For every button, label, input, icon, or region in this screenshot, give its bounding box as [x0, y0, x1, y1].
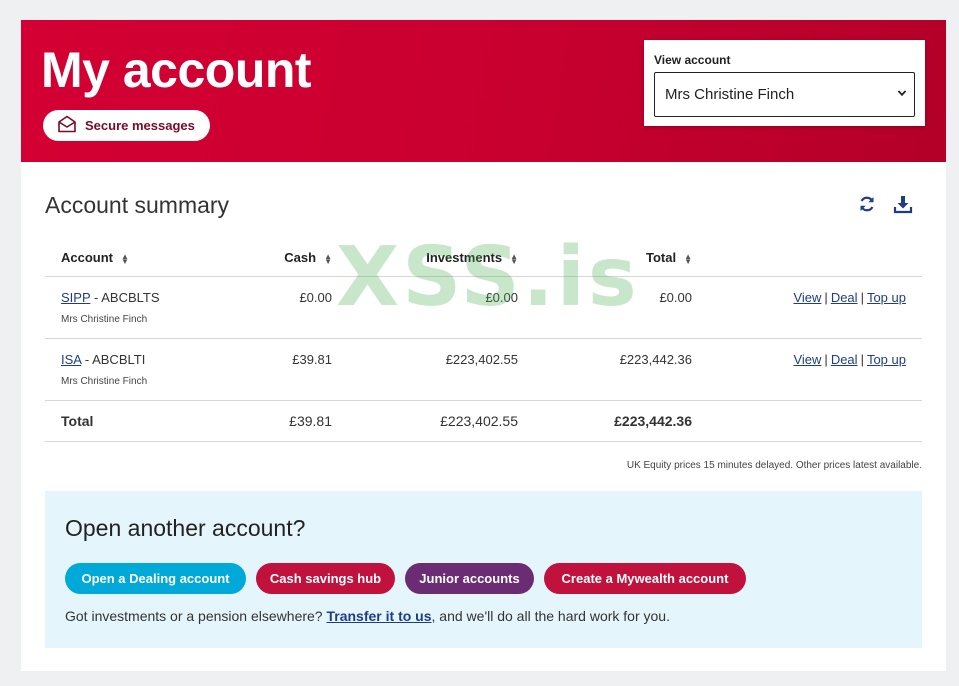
deal-link[interactable]: Deal — [831, 352, 858, 367]
total-cell: £223,442.36 — [518, 338, 692, 401]
view-account-value: Mrs Christine Finch — [665, 86, 795, 103]
separator: | — [824, 289, 828, 305]
transfer-suffix: , and we'll do all the hard work for you… — [431, 608, 670, 624]
transfer-link[interactable]: Transfer it to us — [326, 608, 431, 624]
account-type-link[interactable]: ISA — [61, 352, 81, 367]
download-icon[interactable] — [893, 194, 913, 214]
actions-cell: View | Deal | Top up — [692, 338, 922, 401]
account-holder: Mrs Christine Finch — [61, 375, 148, 387]
column-header-cash[interactable]: Cash ▲ ▼ — [215, 240, 332, 277]
envelope-icon — [57, 115, 77, 136]
investments-cell: £0.00 — [332, 276, 518, 339]
actions-cell: View | Deal | Top up — [692, 276, 922, 339]
account-cell: ISA - ABCBLTI Mrs Christine Finch — [45, 338, 215, 401]
open-dealing-account-button[interactable]: Open a Dealing account — [65, 563, 246, 594]
top-up-link[interactable]: Top up — [867, 352, 906, 367]
sort-icon: ▲ ▼ — [324, 251, 332, 266]
junior-accounts-button[interactable]: Junior accounts — [405, 563, 534, 594]
transfer-text: Got investments or a pension elsewhere? … — [65, 608, 670, 624]
cash-cell: £0.00 — [215, 276, 332, 339]
account-type-link[interactable]: SIPP — [61, 290, 90, 305]
view-link[interactable]: View — [793, 290, 821, 305]
price-disclaimer: UK Equity prices 15 minutes delayed. Oth… — [626, 460, 922, 471]
total-label: Total — [45, 400, 215, 442]
total-actions-cell — [692, 400, 922, 442]
total-investments: £223,402.55 — [332, 400, 518, 442]
page-title: My account — [41, 42, 312, 98]
refresh-icon[interactable] — [857, 194, 877, 214]
open-account-panel: Open another account? Open a Dealing acc… — [45, 491, 922, 648]
table-row: ISA - ABCBLTI Mrs Christine Finch £39.81… — [45, 338, 922, 401]
separator: | — [860, 351, 864, 367]
total-cash: £39.81 — [215, 400, 332, 442]
column-header-total[interactable]: Total ▲ ▼ — [518, 240, 692, 277]
account-summary-title: Account summary — [45, 192, 230, 218]
view-account-select[interactable]: Mrs Christine Finch — [654, 72, 915, 117]
chevron-down-icon — [897, 90, 907, 97]
total-cell: £0.00 — [518, 276, 692, 339]
table-header-row: Account ▲ ▼ Cash ▲ ▼ Investments ▲ ▼ Total ▲ ▼ — [45, 240, 922, 277]
view-account-label: View account — [654, 53, 731, 67]
sort-icon: ▲ ▼ — [684, 251, 692, 266]
grand-total: £223,442.36 — [518, 400, 692, 442]
separator: | — [860, 289, 864, 305]
table-row: SIPP - ABCBLTS Mrs Christine Finch £0.00… — [45, 276, 922, 339]
view-link[interactable]: View — [793, 352, 821, 367]
separator: | — [824, 351, 828, 367]
view-account-panel: View account Mrs Christine Finch — [644, 40, 925, 126]
account-summary-table: Account ▲ ▼ Cash ▲ ▼ Investments ▲ ▼ Total ▲ ▼ S… — [45, 240, 922, 442]
total-row: Total £39.81 £223,402.55 £223,442.36 — [45, 400, 922, 442]
column-header-investments[interactable]: Investments ▲ ▼ — [332, 240, 518, 277]
open-account-title: Open another account? — [65, 515, 306, 541]
account-cell: SIPP - ABCBLTS Mrs Christine Finch — [45, 276, 215, 339]
secure-messages-button[interactable]: Secure messages — [43, 110, 210, 141]
secure-messages-label: Secure messages — [85, 118, 195, 133]
sort-icon: ▲ ▼ — [121, 251, 129, 266]
account-holder: Mrs Christine Finch — [61, 313, 148, 325]
cash-savings-hub-button[interactable]: Cash savings hub — [256, 563, 395, 594]
top-up-link[interactable]: Top up — [867, 290, 906, 305]
investments-cell: £223,402.55 — [332, 338, 518, 401]
sort-icon: ▲ ▼ — [510, 251, 518, 266]
account-code: - ABCBLTI — [81, 351, 146, 367]
account-card: My account Secure messages View account … — [21, 20, 946, 671]
deal-link[interactable]: Deal — [831, 290, 858, 305]
transfer-prefix: Got investments or a pension elsewhere? — [65, 608, 327, 624]
column-header-account[interactable]: Account ▲ ▼ — [45, 240, 215, 277]
column-header-actions — [692, 240, 922, 277]
cash-cell: £39.81 — [215, 338, 332, 401]
account-header: My account Secure messages View account … — [21, 20, 946, 162]
account-code: - ABCBLTS — [90, 289, 160, 305]
create-mywealth-account-button[interactable]: Create a Mywealth account — [544, 563, 746, 594]
